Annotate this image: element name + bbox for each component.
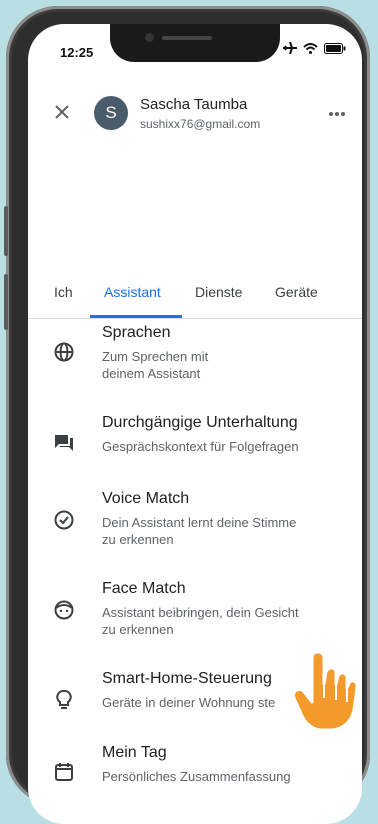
chat-icon <box>52 430 76 454</box>
active-tab-indicator <box>90 315 182 318</box>
wifi-icon <box>303 42 318 54</box>
calendar-icon <box>52 760 76 784</box>
setting-durchgaengige-unterhaltung[interactable]: Durchgängige Unterhaltung Gesprächskonte… <box>28 414 362 474</box>
setting-subtitle: Dein Assistant lernt deine Stimme zu erk… <box>102 515 297 547</box>
setting-title: Mein Tag <box>102 744 167 761</box>
notch <box>110 24 280 62</box>
close-button[interactable] <box>54 104 70 125</box>
setting-sprachen[interactable]: Sprachen Zum Sprechen mit deinem Assista… <box>28 324 362 394</box>
status-time: 12:25 <box>60 45 94 60</box>
status-icons <box>283 42 346 54</box>
setting-subtitle: Assistant beibringen, dein Gesicht zu er… <box>102 605 299 637</box>
setting-face-match[interactable]: Face Match Assistant beibringen, dein Ge… <box>28 580 362 650</box>
close-icon <box>55 105 69 119</box>
setting-title: Face Match <box>102 580 186 597</box>
tab-dienste[interactable]: Dienste <box>195 284 242 300</box>
tab-assistant[interactable]: Assistant <box>104 284 161 300</box>
tab-geraete[interactable]: Geräte <box>275 284 318 300</box>
setting-subtitle: Gesprächskontext für Folgefragen <box>102 439 299 454</box>
setting-mein-tag[interactable]: Mein Tag Persönliches Zusammenfassung <box>28 744 362 804</box>
volume-down-button <box>4 274 8 330</box>
tab-ich[interactable]: Ich <box>54 284 73 300</box>
more-button[interactable] <box>328 104 346 122</box>
setting-voice-match[interactable]: Voice Match Dein Assistant lernt deine S… <box>28 490 362 560</box>
voice-check-icon <box>52 508 76 532</box>
camera-icon <box>145 33 154 42</box>
battery-icon <box>324 42 346 54</box>
user-email: sushixx76@gmail.com <box>140 117 261 131</box>
tap-hand-icon <box>290 650 360 737</box>
face-icon <box>52 598 76 622</box>
setting-subtitle: Persönliches Zusammenfassung <box>102 769 291 784</box>
setting-subtitle: Zum Sprechen mit deinem Assistant <box>102 349 209 381</box>
globe-icon <box>52 340 76 364</box>
user-name: Sascha Taumba <box>140 96 248 113</box>
setting-title: Smart-Home-Steuerung <box>102 670 272 687</box>
more-horizontal-icon <box>329 112 345 116</box>
speaker-grille <box>162 36 212 40</box>
setting-title: Voice Match <box>102 490 190 507</box>
airplane-icon <box>283 42 297 54</box>
avatar[interactable]: S <box>94 96 128 130</box>
volume-up-button <box>4 206 8 256</box>
setting-title: Sprachen <box>102 324 171 341</box>
tab-bar: Ich Assistant Dienste Geräte <box>28 280 362 319</box>
setting-title: Durchgängige Unterhaltung <box>102 414 298 431</box>
lightbulb-icon <box>52 688 76 712</box>
